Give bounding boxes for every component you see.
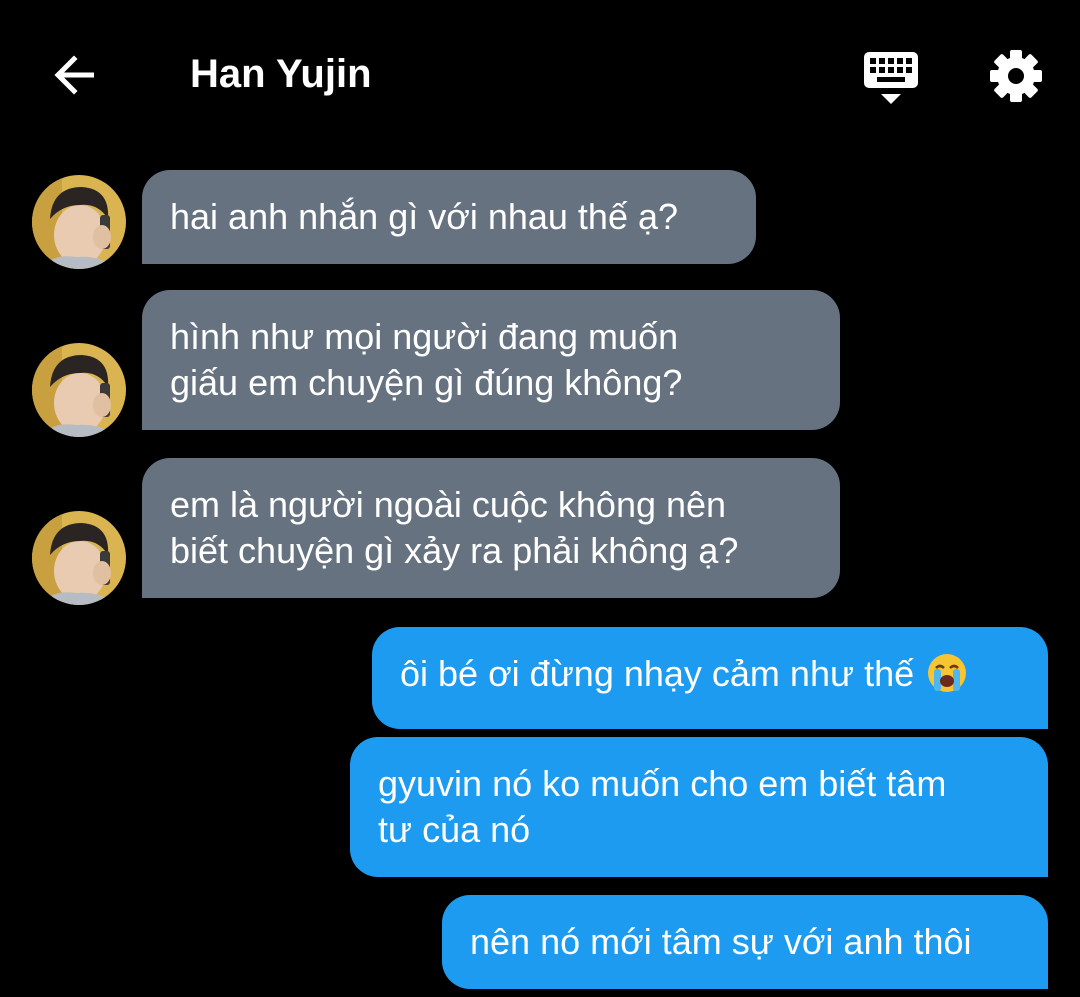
message-text: ôi bé ơi đừng nhạy cảm như thế [400, 653, 915, 694]
contact-avatar[interactable] [32, 175, 126, 269]
avatar-photo [32, 175, 126, 269]
arrow-left-icon [54, 55, 94, 95]
avatar-photo [32, 343, 126, 437]
incoming-message-bubble[interactable]: hai anh nhắn gì với nhau thế ạ? [142, 170, 756, 264]
outgoing-message-bubble[interactable]: gyuvin nó ko muốn cho em biết tâm tư của… [350, 737, 1048, 877]
message-text: gyuvin nó ko muốn cho em biết tâm [378, 763, 947, 804]
contact-avatar[interactable] [32, 343, 126, 437]
incoming-message-bubble[interactable]: em là người ngoài cuộc không nên biết ch… [142, 458, 840, 598]
keyboard-icon [864, 52, 918, 104]
contact-avatar[interactable] [32, 511, 126, 605]
settings-button[interactable] [986, 46, 1046, 106]
message-text: nên nó mới tâm sự với anh thôi [470, 921, 972, 962]
message-text: biết chuyện gì xảy ra phải không ạ? [170, 530, 739, 571]
avatar-photo [32, 511, 126, 605]
message-text: hai anh nhắn gì với nhau thế ạ? [170, 196, 679, 237]
message-text: tư của nó [378, 809, 531, 850]
incoming-message-bubble[interactable]: hình như mọi người đang muốn giấu em chu… [142, 290, 840, 430]
back-button[interactable] [40, 40, 110, 110]
message-text: hình như mọi người đang muốn [170, 316, 679, 357]
outgoing-message-bubble[interactable]: nên nó mới tâm sự với anh thôi [442, 895, 1048, 989]
chat-header: Han Yujin [0, 0, 1080, 150]
gear-icon [990, 50, 1042, 102]
message-text: giấu em chuyện gì đúng không? [170, 362, 683, 403]
message-text: em là người ngoài cuộc không nên [170, 484, 727, 525]
loudly-crying-face-icon [926, 652, 968, 705]
conversation-title: Han Yujin [190, 52, 372, 96]
keyboard-button[interactable] [858, 48, 924, 108]
outgoing-message-bubble[interactable]: ôi bé ơi đừng nhạy cảm như thế [372, 627, 1048, 729]
